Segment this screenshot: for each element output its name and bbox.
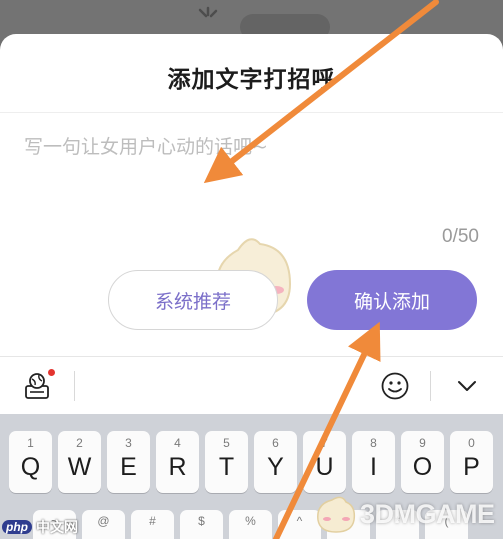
confirm-add-button[interactable]: 确认添加	[307, 270, 477, 330]
system-suggest-button[interactable]: 系统推荐	[108, 270, 278, 330]
key-symbol: @	[97, 514, 110, 528]
key-letter: O	[412, 453, 433, 481]
php-watermark: php 中文网	[2, 517, 78, 537]
toolbar-divider	[74, 371, 75, 401]
3dmgame-watermark: 3DMGAME	[312, 494, 495, 534]
collapse-chevron-icon[interactable]	[452, 371, 482, 401]
key-letter: U	[315, 453, 334, 481]
key-y[interactable]: 6Y	[254, 431, 297, 493]
key-number: 0	[468, 436, 475, 450]
key-number: 5	[223, 436, 230, 450]
emoji-icon[interactable]	[380, 371, 410, 401]
keyboard-toolbar	[0, 356, 503, 414]
key-number: 2	[76, 436, 83, 450]
php-logo: php	[2, 520, 32, 534]
key-letter: Y	[267, 453, 284, 481]
3dmgame-watermark-text: 3DMGAME	[360, 498, 495, 529]
key-r[interactable]: 4R	[156, 431, 199, 493]
key-symbol: $	[198, 514, 205, 528]
background-sparkle-icon	[198, 6, 218, 18]
key-g[interactable]: %	[229, 510, 272, 539]
3dmgame-mascot-icon	[317, 496, 356, 533]
key-letter: P	[463, 453, 480, 481]
keyboard-globe-icon[interactable]	[22, 371, 52, 401]
notification-dot	[48, 369, 55, 376]
key-number: 1	[27, 436, 34, 450]
key-letter: Q	[20, 453, 41, 481]
key-letter: R	[168, 453, 187, 481]
character-counter: 0/50	[442, 226, 479, 247]
title-divider	[0, 112, 503, 113]
greeting-dialog: 添加文字打招呼 0/50 系统推荐 确认添加	[0, 34, 503, 364]
key-number: 4	[174, 436, 181, 450]
key-number: 7	[321, 436, 328, 450]
key-w[interactable]: 2W	[58, 431, 101, 493]
key-p[interactable]: 0P	[450, 431, 493, 493]
dialog-title: 添加文字打招呼	[167, 66, 336, 93]
key-symbol: #	[149, 514, 156, 528]
key-letter: I	[370, 453, 377, 481]
key-q[interactable]: 1Q	[9, 431, 52, 493]
key-i[interactable]: 8I	[352, 431, 395, 493]
key-symbol: %	[245, 514, 256, 528]
toolbar-divider	[430, 371, 431, 401]
key-number: 3	[125, 436, 132, 450]
key-number: 6	[272, 436, 279, 450]
key-number: 9	[419, 436, 426, 450]
key-d[interactable]: #	[131, 510, 174, 539]
key-t[interactable]: 5T	[205, 431, 248, 493]
key-letter: W	[67, 453, 92, 481]
key-e[interactable]: 3E	[107, 431, 150, 493]
key-letter: E	[120, 453, 137, 481]
key-letter: T	[218, 453, 235, 481]
key-o[interactable]: 9O	[401, 431, 444, 493]
php-watermark-text: 中文网	[36, 520, 78, 536]
key-s[interactable]: @	[82, 510, 125, 539]
key-number: 8	[370, 436, 377, 450]
key-f[interactable]: $	[180, 510, 223, 539]
key-u[interactable]: 7U	[303, 431, 346, 493]
